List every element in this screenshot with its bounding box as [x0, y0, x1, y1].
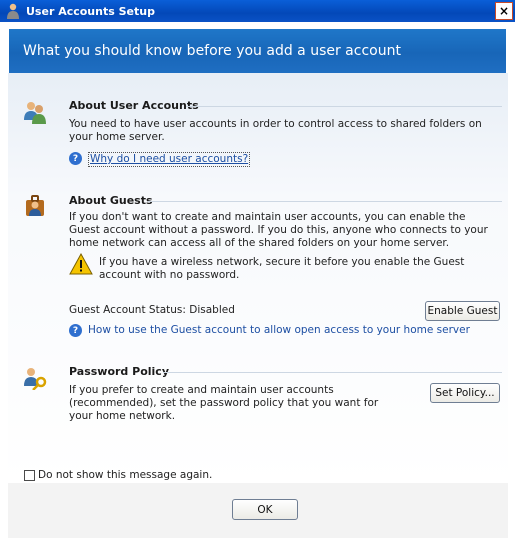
- enable-guest-button[interactable]: Enable Guest: [425, 301, 500, 321]
- users-icon: [24, 102, 46, 124]
- section-divider: [148, 201, 502, 202]
- guest-account-help-link[interactable]: How to use the Guest account to allow op…: [88, 324, 470, 337]
- user-accounts-setup-window: User Accounts Setup × What you should kn…: [0, 0, 515, 538]
- about-user-accounts-title: About User Accounts: [69, 99, 199, 112]
- help-icon: ?: [69, 324, 82, 337]
- close-button[interactable]: ×: [495, 2, 513, 20]
- about-guests-title: About Guests: [69, 194, 153, 207]
- warning-icon: [69, 253, 93, 275]
- dialog-footer: OK: [8, 483, 508, 538]
- guest-status-text: Guest Account Status: Disabled: [69, 304, 235, 316]
- banner-heading: What you should know before you add a us…: [23, 43, 401, 59]
- window-title: User Accounts Setup: [26, 4, 155, 18]
- ok-button[interactable]: OK: [232, 499, 298, 520]
- content-area: About User Accounts You need to have use…: [8, 73, 508, 483]
- set-policy-button[interactable]: Set Policy...: [430, 383, 500, 403]
- about-guests-text: If you don't want to create and maintain…: [69, 211, 488, 249]
- password-policy-title: Password Policy: [69, 365, 169, 378]
- help-icon: ?: [69, 152, 82, 165]
- password-key-icon: [24, 368, 47, 390]
- section-divider: [186, 106, 502, 107]
- title-bar[interactable]: User Accounts Setup ×: [0, 0, 515, 22]
- banner: What you should know before you add a us…: [9, 29, 506, 73]
- about-user-accounts-text: You need to have user accounts in order …: [69, 118, 482, 143]
- why-user-accounts-link[interactable]: Why do I need user accounts?: [88, 152, 251, 167]
- do-not-show-checkbox[interactable]: [24, 470, 35, 481]
- guest-icon: [26, 195, 44, 216]
- do-not-show-label[interactable]: Do not show this message again.: [38, 469, 212, 482]
- password-policy-text: If you prefer to create and maintain use…: [69, 384, 379, 422]
- user-accounts-app-icon: [7, 3, 19, 19]
- section-divider: [163, 372, 502, 373]
- wireless-warning-text: If you have a wireless network, secure i…: [99, 256, 465, 281]
